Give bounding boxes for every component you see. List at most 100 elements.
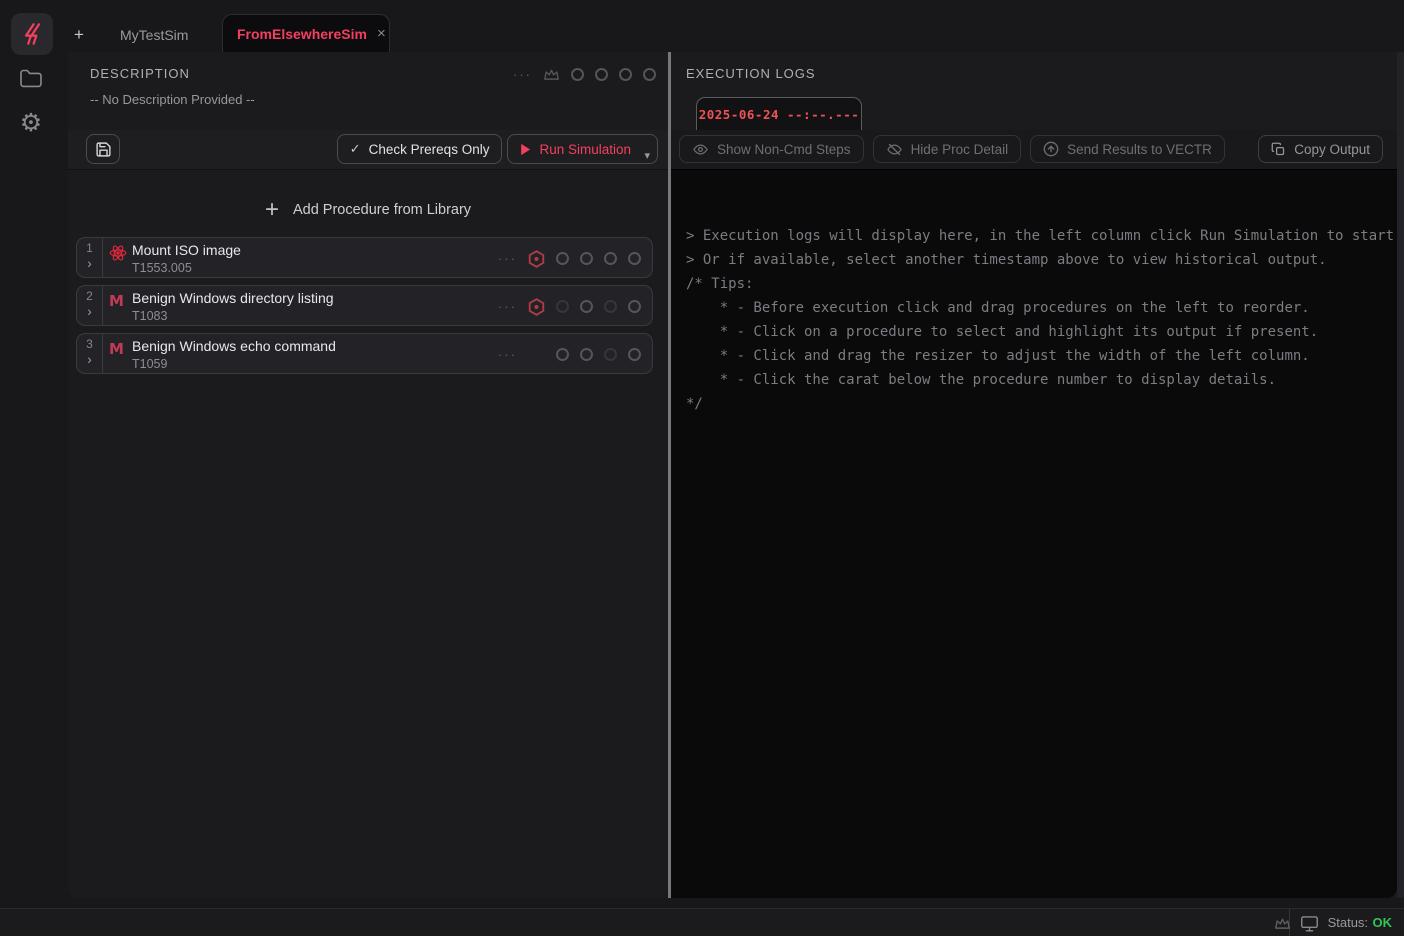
more-options-icon[interactable]: ···	[498, 299, 517, 314]
procedure-content: Mount ISO image T1553.005 ···	[103, 238, 652, 277]
status-ring-icon[interactable]	[580, 252, 593, 265]
app-logo-button[interactable]	[11, 13, 53, 55]
status-ring-icon[interactable]	[556, 252, 569, 265]
vertical-scrollbar-track[interactable]	[1397, 52, 1404, 898]
check-prereqs-label: Check Prereqs Only	[369, 142, 490, 157]
procedure-title: Benign Windows echo command	[132, 338, 336, 354]
play-icon	[520, 143, 531, 156]
procedure-number-column: 3 ›	[77, 334, 103, 373]
log-line: * - Click the carat below the procedure …	[686, 368, 1397, 392]
more-options-icon[interactable]: ···	[498, 251, 517, 266]
eye-off-icon	[886, 142, 903, 157]
status-ring-icon[interactable]	[619, 68, 632, 81]
atom-icon	[109, 244, 127, 262]
status-ring-icon[interactable]	[604, 252, 617, 265]
hexagon-indicator-icon[interactable]	[528, 250, 545, 268]
run-simulation-button[interactable]: Run Simulation ▾	[507, 134, 658, 164]
procedure-row-dir-listing[interactable]: 2 › M Benign Windows directory listing T…	[76, 285, 653, 326]
procedure-number: 1	[86, 241, 93, 255]
description-title: DESCRIPTION	[90, 66, 190, 81]
execution-logs-panel: EXECUTION LOGS 2025-06-24 --:--.--- Show…	[671, 52, 1397, 898]
log-output-area[interactable]: > Execution logs will display here, in t…	[671, 170, 1397, 898]
procedure-number-column: 1 ›	[77, 238, 103, 277]
status-ring-icon[interactable]	[580, 300, 593, 313]
execution-logs-title: EXECUTION LOGS	[686, 66, 816, 81]
status-label: Status:	[1328, 915, 1368, 930]
send-results-label: Send Results to VECTR	[1067, 142, 1212, 157]
procedure-title: Mount ISO image	[132, 242, 241, 258]
chevron-down-icon[interactable]: ▾	[644, 149, 650, 162]
crown-icon[interactable]	[543, 67, 560, 82]
procedure-number-column: 2 ›	[77, 286, 103, 325]
procedure-row-echo-command[interactable]: 3 › M Benign Windows echo command T1059 …	[76, 333, 653, 374]
status-ring-icon[interactable]	[604, 300, 617, 313]
monitor-icon[interactable]	[1300, 915, 1319, 932]
hide-proc-detail-label: Hide Proc Detail	[911, 142, 1009, 157]
status-ring-icon[interactable]	[628, 252, 641, 265]
eye-icon	[692, 142, 709, 157]
log-line: > Or if available, select another timest…	[686, 248, 1397, 272]
status-ring-icon[interactable]	[556, 300, 569, 313]
hexagon-indicator-icon[interactable]	[528, 298, 545, 316]
procedure-status-icons: ···	[498, 238, 641, 279]
lightning-icon	[19, 21, 45, 47]
expand-chevron-icon[interactable]: ›	[87, 256, 92, 271]
copy-output-label: Copy Output	[1294, 142, 1370, 157]
status-ring-icon[interactable]	[595, 68, 608, 81]
procedure-number: 3	[86, 337, 93, 351]
status-ring-icon[interactable]	[580, 348, 593, 361]
crown-icon[interactable]	[1274, 916, 1291, 931]
simulation-panel: DESCRIPTION ··· -- No Description Provid…	[68, 52, 668, 898]
folder-icon[interactable]	[0, 68, 62, 89]
timestamp-tab-label: 2025-06-24 --:--.---	[699, 107, 860, 122]
status-ring-icon[interactable]	[556, 348, 569, 361]
new-tab-button[interactable]: +	[74, 25, 84, 45]
show-non-cmd-steps-label: Show Non-Cmd Steps	[717, 142, 851, 157]
simulation-toolbar: ✓ Check Prereqs Only Run Simulation ▾	[68, 130, 668, 170]
add-procedure-label: Add Procedure from Library	[293, 202, 471, 218]
close-tab-icon[interactable]: ×	[377, 25, 386, 42]
description-placeholder: -- No Description Provided --	[90, 92, 255, 107]
show-non-cmd-steps-button[interactable]: Show Non-Cmd Steps	[679, 135, 864, 163]
status-ring-icon[interactable]	[628, 348, 641, 361]
save-button[interactable]	[86, 134, 120, 164]
log-line: > Execution logs will display here, in t…	[686, 224, 1397, 248]
run-simulation-label: Run Simulation	[539, 142, 631, 157]
expand-chevron-icon[interactable]: ›	[87, 352, 92, 367]
expand-chevron-icon[interactable]: ›	[87, 304, 92, 319]
save-icon	[95, 141, 112, 158]
add-procedure-button[interactable]: + Add Procedure from Library	[68, 188, 668, 232]
check-prereqs-button[interactable]: ✓ Check Prereqs Only	[337, 134, 503, 164]
log-line: */	[686, 392, 1397, 416]
copy-icon	[1271, 142, 1286, 157]
procedure-row-mount-iso[interactable]: 1 › Mount ISO image T1553.005 ···	[76, 237, 653, 278]
procedure-technique-id: T1553.005	[132, 261, 192, 275]
status-ring-icon[interactable]	[604, 348, 617, 361]
status-ring-icon[interactable]	[571, 68, 584, 81]
left-rail: ⚙	[0, 0, 62, 936]
log-line: * - Before execution click and drag proc…	[686, 296, 1397, 320]
log-line: * - Click on a procedure to select and h…	[686, 320, 1397, 344]
status-ring-icon[interactable]	[643, 68, 656, 81]
mitre-m-icon: M	[109, 292, 124, 310]
status-ring-icon[interactable]	[628, 300, 641, 313]
procedure-number: 2	[86, 289, 93, 303]
timestamp-tab[interactable]: 2025-06-24 --:--.---	[696, 97, 862, 131]
gear-icon[interactable]: ⚙	[0, 108, 62, 138]
copy-output-button[interactable]: Copy Output	[1258, 135, 1383, 163]
send-results-to-vectr-button[interactable]: Send Results to VECTR	[1030, 135, 1225, 163]
tab-fromelsewheresim[interactable]: FromElsewhereSim ×	[222, 14, 390, 52]
more-options-icon[interactable]: ···	[513, 67, 532, 82]
hide-proc-detail-button[interactable]: Hide Proc Detail	[873, 135, 1022, 163]
mitre-m-icon: M	[109, 340, 124, 358]
log-lines: > Execution logs will display here, in t…	[686, 224, 1397, 416]
description-header-icons: ···	[513, 67, 656, 82]
procedure-technique-id: T1059	[132, 357, 167, 371]
procedure-status-icons: ···	[498, 334, 641, 375]
status-value: OK	[1373, 915, 1393, 930]
more-options-icon[interactable]: ···	[498, 347, 517, 362]
procedure-technique-id: T1083	[132, 309, 167, 323]
arrow-up-circle-icon	[1043, 141, 1059, 157]
procedure-content: M Benign Windows echo command T1059 ···	[103, 334, 652, 373]
tab-mytestsim[interactable]: MyTestSim	[120, 27, 188, 43]
